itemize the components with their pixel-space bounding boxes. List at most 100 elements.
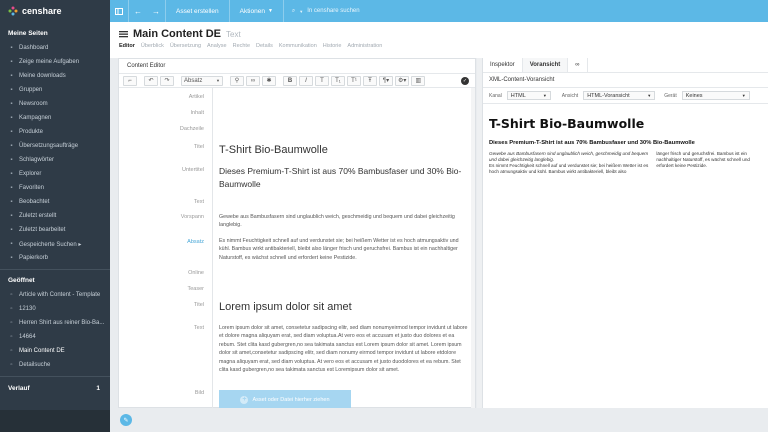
subtitle-field[interactable]: Dieses Premium-T-Shirt ist aus 70% Bambu…: [219, 165, 471, 191]
opened-item[interactable]: ▫ 12130: [0, 302, 110, 316]
sidebar-footer: [0, 410, 110, 432]
sidebar-item[interactable]: ▪ Beobachtet: [0, 195, 110, 209]
pilcrow-icon: ¶▾: [382, 78, 390, 84]
newsroom-icon: ▪: [10, 100, 13, 107]
preview-paragraph: Es nimmt Feuchtigkeit schnell auf und ve…: [489, 163, 649, 174]
campaign-icon: ▪: [10, 114, 13, 121]
tab-6[interactable]: Kommunikation: [279, 43, 317, 49]
history-section[interactable]: Verlauf 1: [0, 381, 110, 396]
check-circle-icon[interactable]: ✓: [461, 76, 469, 85]
paragraph-button[interactable]: ¶▾: [379, 75, 393, 86]
tab-3[interactable]: Analyse: [207, 43, 227, 49]
tag-icon: ▪: [10, 156, 13, 163]
clear-format-button[interactable]: Ŧ: [363, 75, 377, 86]
sidebar-item[interactable]: ▪ Zeige meine Aufgaben: [0, 55, 110, 69]
preview-subheading: Dieses Premium-T-Shirt ist aus 70% Bambu…: [489, 140, 695, 146]
sidebar-item[interactable]: ▪ Zuletzt bearbeitet: [0, 223, 110, 237]
field-label-text-2: Text: [193, 325, 204, 331]
sidebar-item[interactable]: ▪ Favoriten: [0, 181, 110, 195]
create-asset-button[interactable]: Asset erstellen: [166, 0, 229, 22]
search-input[interactable]: ⌕ ▼ In censhare suchen: [288, 0, 418, 22]
label-divider: [212, 88, 213, 408]
quick-action-button[interactable]: ✎: [120, 414, 132, 426]
top-bar: censhare ← → Asset erstellen Aktionen ▼ …: [0, 0, 768, 22]
kanal-select[interactable]: HTML ▼: [506, 91, 551, 100]
vorspann-field[interactable]: Gewebe aus Bambusfasern sind unglaublich…: [219, 213, 471, 230]
sidebar-item[interactable]: ▪ Explorer: [0, 167, 110, 181]
ansicht-select[interactable]: HTML-Voransicht ▼: [583, 91, 656, 100]
sidebar-item[interactable]: ▪ Schlagwörter: [0, 153, 110, 167]
sidebar-item[interactable]: ▪ Gespeicherte Suchen ▸: [0, 237, 110, 251]
tab-preview[interactable]: Voransicht: [522, 58, 569, 72]
sidebar-item[interactable]: ▪ Meine downloads: [0, 69, 110, 83]
sidebar-item[interactable]: ▪ Dashboard: [0, 41, 110, 55]
undo-button[interactable]: ↶: [144, 75, 158, 86]
title-field[interactable]: T-Shirt Bio-Baumwolle: [219, 144, 471, 156]
chevron-down-icon: ▼: [267, 8, 273, 14]
delete-button[interactable]: ▥: [411, 75, 426, 86]
field-label-titel-2: Titel: [193, 302, 204, 308]
tab-5[interactable]: Details: [256, 43, 273, 49]
geraet-value: Keines: [685, 92, 703, 99]
sidebar-item[interactable]: ▪ Kampagnen: [0, 111, 110, 125]
special-char-button[interactable]: ✱: [262, 75, 276, 86]
sidebar-item[interactable]: ▪ Zuletzt erstellt: [0, 209, 110, 223]
actions-menu-button[interactable]: Aktionen ▼: [230, 0, 283, 22]
tab-7[interactable]: Historie: [323, 43, 342, 49]
sidebar-item[interactable]: ▪ Übersetzungsaufträge: [0, 139, 110, 153]
sidebar-item-label: Beobachtet: [19, 199, 50, 205]
format-painter-button[interactable]: ⌐: [123, 75, 137, 86]
pin-button[interactable]: ⚲: [230, 75, 244, 86]
brand-logo[interactable]: censhare: [0, 0, 110, 22]
teaser-title-field[interactable]: Lorem ipsum dolor sit amet: [219, 301, 471, 313]
opened-list: ▫ Article with Content - Template ▫ 12130 ▫ H…: [0, 288, 110, 372]
geraet-select[interactable]: Keines ▼: [681, 91, 750, 100]
subscript-button[interactable]: T₁: [331, 75, 345, 86]
tab-inspector[interactable]: Inspektor: [483, 58, 523, 72]
opened-item[interactable]: ▫ Detailsuche: [0, 358, 110, 372]
preview-columns: Gewebe aus Bambusfasern sind unglaublich…: [489, 151, 762, 175]
opened-item[interactable]: ▫ Main Content DE: [0, 344, 110, 358]
image-drop-zone[interactable]: + Asset oder Datei hierher ziehen: [219, 390, 351, 408]
subscript-icon: T₁: [335, 77, 341, 84]
tab-4[interactable]: Rechte: [233, 43, 250, 49]
opened-item[interactable]: ▫ Article with Content - Template: [0, 288, 110, 302]
groups-icon: ▪: [10, 86, 13, 93]
sidebar-item[interactable]: ▪ Papierkorb: [0, 251, 110, 265]
sidebar-item[interactable]: ▪ Newsroom: [0, 97, 110, 111]
toggle-sidebar-button[interactable]: [110, 0, 128, 22]
link-button[interactable]: ∞: [246, 75, 260, 86]
tasks-icon: ▪: [10, 58, 13, 65]
kanal-value: HTML: [510, 92, 526, 99]
asterisk-icon: ✱: [266, 78, 272, 84]
forward-button[interactable]: →: [147, 0, 165, 22]
sidebar-item[interactable]: ▪ Gruppen: [0, 83, 110, 97]
italic-button[interactable]: I: [299, 75, 313, 86]
edit-icon: ▪: [10, 226, 13, 233]
tab-link[interactable]: ∞: [568, 58, 588, 72]
teaser-text-field[interactable]: Lorem ipsum dolor sit amet, consetetur s…: [219, 324, 471, 374]
editor-scrollbar[interactable]: [471, 88, 475, 408]
back-button[interactable]: ←: [129, 0, 147, 22]
tab-2[interactable]: Übersetzung: [170, 43, 201, 49]
download-icon: ▪: [10, 72, 13, 79]
opened-item[interactable]: ▫ 14664: [0, 330, 110, 344]
ansicht-value: HTML-Voransicht: [587, 92, 630, 99]
sidebar-section-title: Meine Seiten: [8, 30, 48, 37]
text-size-button[interactable]: T: [315, 75, 329, 86]
redo-button[interactable]: ↷: [160, 75, 174, 86]
tab-8[interactable]: Administration: [347, 43, 382, 49]
opened-item[interactable]: ▫ Herren Shirt aus reiner Bio-Ba...: [0, 316, 110, 330]
absatz-field[interactable]: Es nimmt Feuchtigkeit schnell auf und ve…: [219, 237, 471, 262]
field-label-untertitel: Untertitel: [181, 167, 204, 173]
superscript-button[interactable]: T¹: [347, 75, 361, 86]
tab-1[interactable]: Überblick: [141, 43, 164, 49]
preview-content: T-Shirt Bio-Baumwolle Dieses Premium-T-S…: [483, 116, 768, 175]
tab-0[interactable]: Editor: [119, 43, 135, 49]
settings-button[interactable]: ⚙▾: [395, 75, 410, 86]
paragraph-style-select[interactable]: Absatz ▼: [181, 75, 223, 86]
opened-item-label: Main Content DE: [19, 348, 65, 354]
bold-button[interactable]: B: [283, 75, 297, 86]
opened-item-label: Herren Shirt aus reiner Bio-Ba...: [19, 320, 105, 326]
sidebar-item[interactable]: ▪ Produkte: [0, 125, 110, 139]
